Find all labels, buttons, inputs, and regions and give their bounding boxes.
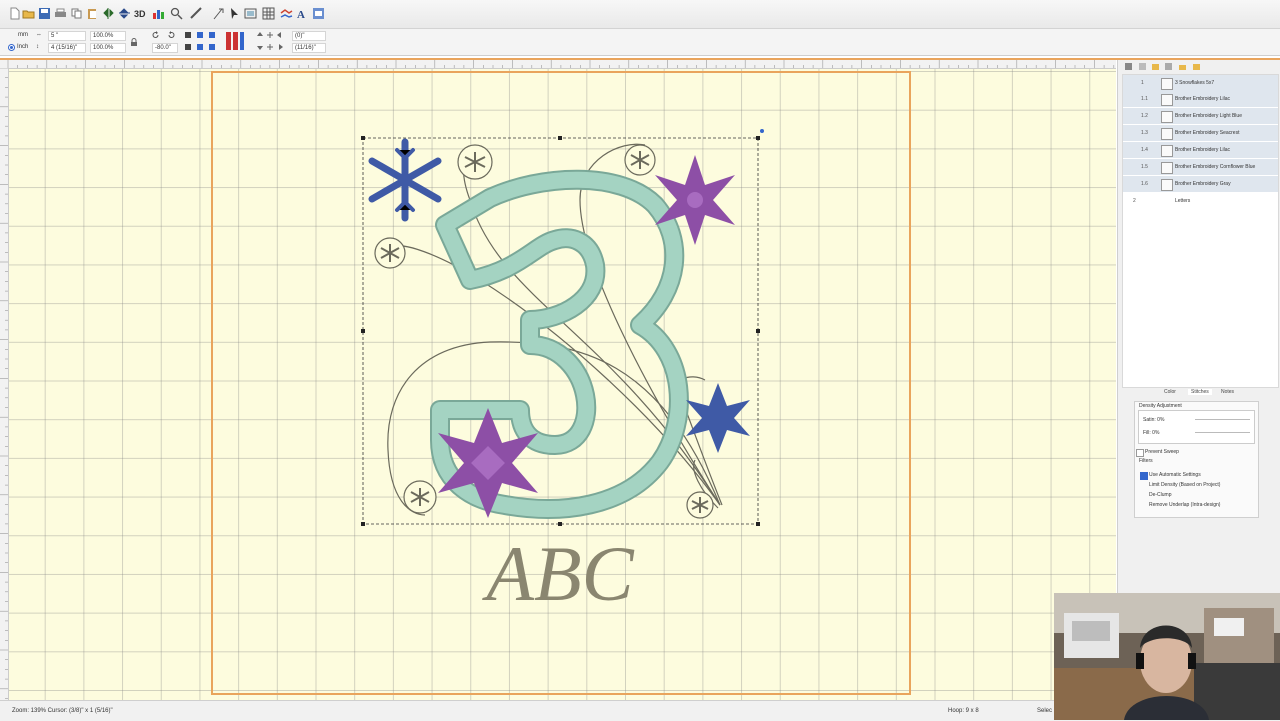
rotate-ccw-icon[interactable] <box>152 31 160 39</box>
fill-slider[interactable] <box>1195 432 1250 433</box>
limit-density-label[interactable]: Limit Density (Based on Project) <box>1149 482 1220 488</box>
lock-icon[interactable] <box>130 38 138 46</box>
align-left-icon[interactable] <box>184 31 192 39</box>
statistics-icon[interactable] <box>152 7 165 20</box>
prevent-sweep-checkbox[interactable] <box>1136 449 1144 457</box>
3d-view-icon[interactable]: 3D <box>134 7 148 20</box>
layer-item[interactable]: 1.2 Brother Embroidery Light Blue <box>1123 108 1278 124</box>
paste-icon[interactable] <box>86 7 99 20</box>
layers-tool-icon[interactable] <box>1124 62 1133 71</box>
embroidery-design[interactable]: ABC <box>9 69 1116 700</box>
layers-expand-icon[interactable] <box>1138 62 1147 71</box>
de-clump-label[interactable]: De-Clump <box>1149 492 1172 498</box>
align-top-icon[interactable] <box>184 43 192 51</box>
main-toolbar: 3D A <box>0 0 1280 29</box>
remove-underlap-label[interactable]: Remove Underlap (Intra-design) <box>1149 502 1220 508</box>
unit-mm-option[interactable]: mm <box>18 32 28 38</box>
svg-text:3D: 3D <box>134 9 146 19</box>
density-title: Density Adjustment <box>1139 403 1182 409</box>
layers-delete-icon[interactable] <box>1164 62 1173 71</box>
tab-color[interactable]: Color <box>1164 389 1176 395</box>
layer-item[interactable]: 1.3 Brother Embroidery Seacrest <box>1123 125 1278 141</box>
align-center-icon[interactable] <box>196 31 204 39</box>
zoom-icon[interactable] <box>170 7 183 20</box>
layer-item[interactable]: 13 Snowflakes 5x7 <box>1123 75 1278 91</box>
copy-icon[interactable] <box>70 7 83 20</box>
move-down-icon[interactable] <box>256 43 264 51</box>
stitch-tool-icon[interactable] <box>212 7 225 20</box>
height-field[interactable]: 4 (15/16)" <box>48 43 86 53</box>
select-arrow-icon[interactable] <box>228 7 241 20</box>
move-center-icon[interactable] <box>266 43 274 51</box>
link-icon: ⇔ <box>36 32 42 38</box>
layers-settings-icon[interactable] <box>1192 62 1201 71</box>
svg-text:A: A <box>297 9 305 20</box>
new-file-icon[interactable] <box>8 7 21 20</box>
width-field[interactable]: 5 " <box>48 31 86 41</box>
align-bottom-icon[interactable] <box>208 43 216 51</box>
satin-slider[interactable] <box>1195 419 1250 420</box>
design-canvas[interactable]: ABC <box>9 69 1116 700</box>
prevent-sweep-label: Prevent Sweep <box>1145 449 1179 455</box>
width-percent-field[interactable]: 100.0% <box>90 31 126 41</box>
color-thread-icon[interactable] <box>224 30 246 52</box>
position-x-field[interactable]: (0)" <box>292 31 326 41</box>
move-left-icon[interactable] <box>276 31 284 39</box>
align-right-icon[interactable] <box>208 31 216 39</box>
filters-title: Filters <box>1139 458 1153 464</box>
position-y-field[interactable]: (11/16)" <box>292 43 326 53</box>
webcam-feed <box>1054 593 1280 720</box>
tab-stitches[interactable]: Stitches <box>1188 389 1212 395</box>
open-folder-icon[interactable] <box>22 7 35 20</box>
blue-snowflake-bottom <box>686 383 750 453</box>
horizontal-ruler[interactable] <box>0 60 1116 69</box>
lettering-icon[interactable]: A <box>296 7 309 20</box>
mirror-vertical-icon[interactable] <box>118 7 131 20</box>
save-icon[interactable] <box>38 7 51 20</box>
rotation-field[interactable]: -80.0" <box>152 43 178 53</box>
move-up-icon[interactable] <box>256 31 264 39</box>
frame-icon[interactable] <box>244 7 257 20</box>
blue-snowflake-top <box>368 138 442 222</box>
layer-item[interactable]: 1.6 Brother Embroidery Gray <box>1123 176 1278 192</box>
stitch-properties-panel: Density Adjustment Satin: 0% Fill: 0% Pr… <box>1134 401 1259 518</box>
color-sort-icon[interactable] <box>280 7 293 20</box>
grid-icon[interactable] <box>262 7 275 20</box>
rotate-cw-icon[interactable] <box>167 31 175 39</box>
measure-icon[interactable] <box>190 7 203 20</box>
webcam-overlay <box>1054 593 1280 720</box>
print-icon[interactable] <box>54 7 67 20</box>
abc-lettering[interactable]: ABC <box>481 530 634 617</box>
fill-label: Fill: 0% <box>1143 430 1160 436</box>
layer-item-letters[interactable]: 2 Letters <box>1123 193 1278 209</box>
selection-readout: Selec <box>1037 708 1053 714</box>
height-icon: ↕ <box>36 44 39 50</box>
move-add-icon[interactable] <box>266 31 274 39</box>
mirror-horizontal-icon[interactable] <box>102 7 115 20</box>
layers-folder-icon[interactable] <box>1151 62 1160 71</box>
satin-label: Satin: 0% <box>1143 417 1165 423</box>
layers-lock-icon[interactable] <box>1178 62 1187 71</box>
layer-item[interactable]: 1.5 Brother Embroidery Cornflower Blue <box>1123 159 1278 175</box>
height-percent-field[interactable]: 100.0% <box>90 43 126 53</box>
hoop-readout: Hoop: 9 x 8 <box>948 708 979 714</box>
unit-inch-radio[interactable] <box>8 44 15 51</box>
align-middle-icon[interactable] <box>196 43 204 51</box>
photo-stitch-icon[interactable] <box>312 7 325 20</box>
property-toolbar: mm ⇔ Inch ↕ 5 " 100.0% 4 (15/16)" 100.0%… <box>0 29 1280 56</box>
zoom-cursor-readout: Zoom: 139% Cursor: (3/8)" x 1 (5/16)" <box>12 708 113 714</box>
use-auto-checkbox[interactable] <box>1140 472 1148 480</box>
layer-item[interactable]: 1.4 Brother Embroidery Lilac <box>1123 142 1278 158</box>
unit-inch-label: Inch <box>17 44 29 50</box>
layer-item[interactable]: 1.1 Brother Embroidery Lilac <box>1123 91 1278 107</box>
use-auto-label: Use Automatic Settings <box>1149 472 1201 478</box>
vertical-ruler[interactable] <box>0 68 9 700</box>
tab-notes[interactable]: Notes <box>1221 389 1234 395</box>
move-right-icon[interactable] <box>276 43 284 51</box>
layer-list: 13 Snowflakes 5x7 1.1 Brother Embroidery … <box>1122 74 1279 388</box>
